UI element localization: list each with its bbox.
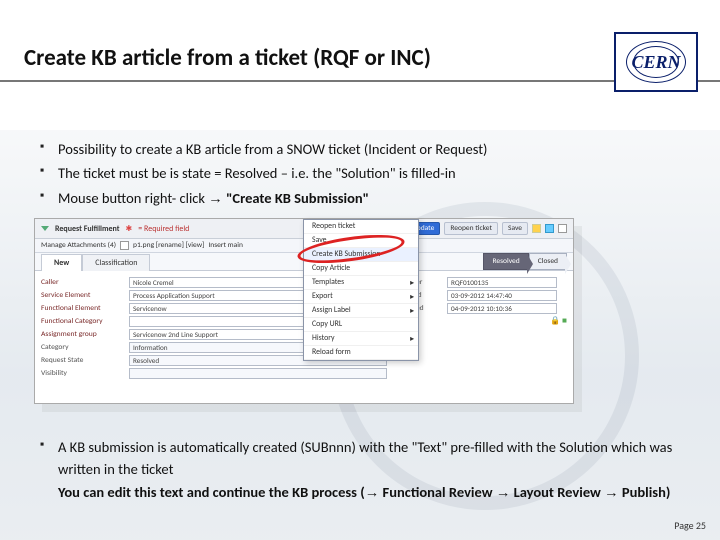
field-label: Assignment group	[41, 330, 129, 339]
back-icon	[41, 226, 49, 231]
misc-icon[interactable]	[558, 224, 567, 233]
bullet-item: A KB submission is automatically created…	[40, 436, 680, 504]
print-icon[interactable]	[545, 224, 554, 233]
header-label: Request Fulfillment	[55, 224, 120, 234]
arrow-icon: →	[496, 485, 511, 501]
ctx-item[interactable]: History	[304, 332, 418, 346]
bullet-bold: Layout Review	[510, 483, 604, 501]
stepper: Resolved Closed	[483, 253, 567, 270]
page-number: Page 25	[674, 519, 706, 532]
ctx-item[interactable]: Reload form	[304, 346, 418, 360]
bullet-item: Mouse button right- click → "Create KB S…	[40, 187, 680, 210]
slide-title: Create KB article from a ticket (RQF or …	[24, 44, 431, 72]
bullet-bold: "Create KB Submission"	[226, 189, 369, 207]
ctx-item[interactable]: Reopen ticket	[304, 220, 418, 234]
cern-logo: CERN	[614, 32, 698, 92]
attach-rest: Insert main	[208, 241, 243, 250]
field-label: Visibility	[41, 369, 129, 378]
arrow-icon: →	[208, 191, 223, 207]
reopen-button[interactable]: Reopen ticket	[444, 222, 498, 235]
save-button[interactable]: Save	[502, 222, 528, 235]
field-label: Caller	[41, 278, 129, 287]
title-underline	[0, 80, 720, 82]
field-label: Functional Category	[41, 317, 129, 326]
bullet-text: A KB submission is automatically created…	[58, 438, 672, 478]
required-label: = Required field	[138, 224, 189, 234]
ctx-item[interactable]: Copy URL	[304, 318, 418, 332]
field-label: Service Element	[41, 291, 129, 300]
field-label: Request State	[41, 356, 129, 365]
required-star-icon: ✱	[126, 224, 133, 234]
ctx-item[interactable]: Copy Article	[304, 262, 418, 276]
field-value[interactable]: RQF0100135	[447, 277, 557, 288]
attach-icon	[120, 241, 129, 250]
attachments-label[interactable]: Manage Attachments (4)	[41, 241, 116, 250]
bullet-bold: Publish)	[619, 483, 671, 501]
arrow-icon: →	[604, 485, 619, 501]
bullet-item: The ticket must be is state = Resolved –…	[40, 162, 680, 184]
arrow-icon: →	[365, 485, 380, 501]
bullet-text: Mouse button right- click	[58, 189, 208, 207]
form-right-col: NumberRQF0100135 Opened03-09-2012 14:47:…	[397, 275, 567, 381]
tab-new[interactable]: New	[41, 254, 82, 271]
field-label: Functional Element	[41, 304, 129, 313]
bullet-item: Possibility to create a KB article from …	[40, 138, 680, 160]
field-label: Category	[41, 343, 129, 352]
bullet-list-bottom: A KB submission is automatically created…	[40, 436, 680, 506]
face-icon[interactable]	[532, 224, 541, 233]
lock-icons: 🔒 ■	[447, 316, 567, 326]
tab-classification[interactable]: Classification	[82, 254, 150, 271]
ctx-item[interactable]: Assign Label	[304, 304, 418, 318]
field-value[interactable]: 04-09-2012 10:10:36	[447, 303, 557, 314]
step-resolved[interactable]: Resolved	[483, 253, 528, 270]
bullet-bold: You can edit this text and continue the …	[58, 483, 365, 501]
field-value[interactable]	[129, 368, 387, 379]
attach-files[interactable]: p1.png [rename] [view]	[133, 241, 204, 250]
screenshot-mock: Request Fulfillment ✱ = Required field U…	[34, 218, 574, 404]
field-value[interactable]: 03-09-2012 14:47:40	[447, 290, 557, 301]
bullet-list-top: Possibility to create a KB article from …	[40, 138, 680, 212]
bullet-bold: Functional Review	[379, 483, 496, 501]
step-closed[interactable]: Closed	[529, 253, 567, 270]
ctx-item[interactable]: Export	[304, 290, 418, 304]
ctx-item[interactable]: Templates	[304, 276, 418, 290]
